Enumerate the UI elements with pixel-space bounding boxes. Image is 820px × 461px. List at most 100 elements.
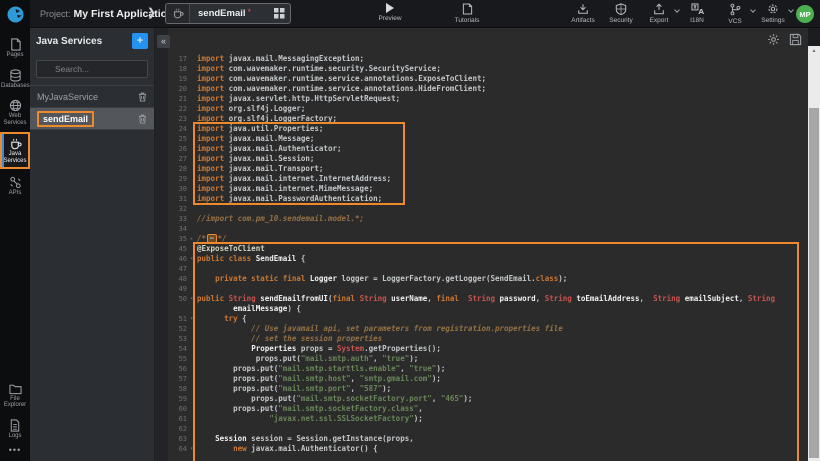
sidebar-item-pages[interactable]: Pages bbox=[0, 34, 30, 62]
fold-gutter bbox=[190, 134, 197, 144]
fold-gutter bbox=[190, 224, 197, 234]
breadcrumb-chevron-icon[interactable]: ❯ bbox=[147, 6, 156, 19]
fold-gutter bbox=[190, 174, 197, 184]
sidebar-item-web-services[interactable]: Web Services bbox=[0, 95, 30, 129]
line-number: 55 bbox=[168, 354, 190, 364]
fold-toggle-icon[interactable]: ▾ bbox=[190, 314, 197, 324]
java-coffee-icon bbox=[9, 138, 22, 150]
sidebar-item-apis[interactable]: APIs bbox=[0, 172, 30, 200]
code-editor[interactable]: 17import javax.mail.MessagingException;1… bbox=[168, 50, 808, 461]
code-line: 21import javax.servlet.http.HttpServletR… bbox=[168, 94, 808, 104]
preview-label: Preview bbox=[378, 15, 401, 22]
file-explorer-icon bbox=[9, 383, 22, 395]
code-text: props.put("mail.smtp.port", "587"); bbox=[197, 384, 808, 394]
line-number: 54 bbox=[168, 344, 190, 354]
folded-region-pill[interactable]: ⋯ bbox=[207, 234, 217, 243]
code-line: 51▾ try { bbox=[168, 314, 808, 324]
scrollbar-thumb[interactable] bbox=[809, 108, 819, 458]
trash-icon[interactable] bbox=[138, 114, 147, 124]
search-row bbox=[30, 54, 154, 86]
code-text: import com.wavemaker.runtime.security.Se… bbox=[197, 64, 808, 74]
tutorials-button[interactable]: Tutorials bbox=[445, 3, 489, 24]
fold-toggle-icon[interactable]: ▾ bbox=[190, 254, 197, 264]
sidebar-item-label: Logs bbox=[1, 433, 29, 440]
code-line: 27import javax.mail.Session; bbox=[168, 154, 808, 164]
code-text: new javax.mail.Authenticator() { bbox=[197, 444, 808, 454]
topbar-settings-button[interactable]: Settings bbox=[760, 3, 786, 25]
app-logo[interactable] bbox=[0, 0, 30, 28]
code-text: import com.wavemaker.runtime.service.ann… bbox=[197, 74, 808, 84]
topbar-i18n-button[interactable]: AI18N bbox=[684, 3, 710, 25]
user-avatar[interactable]: MP bbox=[796, 5, 814, 23]
topbar-security-button[interactable]: Security bbox=[608, 3, 634, 25]
code-line: 31import javax.mail.PasswordAuthenticati… bbox=[168, 194, 808, 204]
code-line: 35▸/*⋯*/ bbox=[168, 234, 808, 244]
fold-toggle-icon[interactable]: ▸ bbox=[190, 234, 197, 244]
line-number: 18 bbox=[168, 64, 190, 74]
fold-toggle-icon[interactable]: ▾ bbox=[190, 444, 197, 454]
line-number: 61 bbox=[168, 414, 190, 424]
code-text: props.put("mail.smtp.auth", "true"); bbox=[197, 354, 808, 364]
save-icon[interactable] bbox=[789, 33, 802, 46]
code-line: 47 bbox=[168, 264, 808, 274]
collapse-panel-button[interactable]: « bbox=[157, 35, 170, 48]
scrollbar-up-arrow[interactable]: ▲ bbox=[808, 46, 820, 56]
line-number: 29 bbox=[168, 174, 190, 184]
topbar-export-button[interactable]: Export bbox=[646, 3, 672, 25]
fold-gutter bbox=[190, 54, 197, 64]
sidebar-item-label: Java Services bbox=[1, 151, 29, 164]
line-number: 62 bbox=[168, 424, 190, 434]
fold-gutter bbox=[190, 114, 197, 124]
line-number: 46 bbox=[168, 254, 190, 264]
preview-button[interactable]: Preview bbox=[368, 3, 412, 22]
java-services-panel: Java Services + MyJavaServicesendEmail bbox=[30, 28, 155, 461]
editor-scrollbar[interactable]: ▲ bbox=[808, 46, 820, 461]
code-line: 22import org.slf4j.Logger; bbox=[168, 104, 808, 114]
topbar-item-label: Export bbox=[650, 17, 669, 24]
code-text: private static final Logger logger = Log… bbox=[197, 274, 808, 284]
tutorials-label: Tutorials bbox=[455, 17, 480, 24]
line-number: 22 bbox=[168, 104, 190, 114]
topbar-item-label: Security bbox=[609, 17, 632, 24]
service-item-myjavaservice[interactable]: MyJavaService bbox=[30, 86, 154, 108]
sidebar-item-file-explorer[interactable]: File Explorer bbox=[0, 379, 30, 412]
code-line: 49 bbox=[168, 284, 808, 294]
code-line: 58 props.put("mail.smtp.port", "587"); bbox=[168, 384, 808, 394]
fold-gutter bbox=[190, 404, 197, 414]
line-number: 34 bbox=[168, 224, 190, 234]
sidebar-item-logs[interactable]: Logs bbox=[0, 415, 30, 443]
topbar-vcs-button[interactable]: VCS bbox=[722, 3, 748, 25]
fold-gutter bbox=[190, 84, 197, 94]
tab-grid-button[interactable] bbox=[268, 8, 290, 19]
search-input[interactable] bbox=[36, 60, 148, 78]
editor-settings-gear-icon[interactable] bbox=[767, 33, 780, 46]
sidebar-item-databases[interactable]: Databases bbox=[0, 65, 30, 93]
trash-icon[interactable] bbox=[138, 92, 147, 102]
add-service-button[interactable]: + bbox=[132, 33, 148, 49]
fold-toggle-icon[interactable]: ▾ bbox=[190, 294, 197, 304]
code-text bbox=[197, 264, 808, 274]
fold-gutter bbox=[190, 274, 197, 284]
fold-gutter bbox=[190, 364, 197, 374]
fold-gutter bbox=[190, 64, 197, 74]
line-number: 64 bbox=[168, 444, 190, 454]
code-text: import javax.mail.Transport; bbox=[197, 164, 808, 174]
code-text: import javax.mail.internet.InternetAddre… bbox=[197, 174, 808, 184]
project-label: Project: bbox=[40, 9, 71, 19]
sidebar-more-button[interactable]: ••• bbox=[9, 445, 21, 455]
topbar-artifacts-button[interactable]: Artifacts bbox=[570, 3, 596, 25]
code-text bbox=[197, 424, 808, 434]
chevron-down-icon bbox=[750, 7, 756, 13]
active-indicator-bar bbox=[2, 134, 4, 167]
line-number: 57 bbox=[168, 374, 190, 384]
chevron-down-icon bbox=[674, 7, 680, 13]
line-number: 25 bbox=[168, 134, 190, 144]
tab-sendemail[interactable]: sendEmail * bbox=[165, 3, 291, 24]
code-line: 54 Properties props = System.getProperti… bbox=[168, 344, 808, 354]
line-number: 45 bbox=[168, 244, 190, 254]
panel-title: Java Services bbox=[36, 36, 132, 47]
service-item-sendemail[interactable]: sendEmail bbox=[30, 108, 154, 130]
sidebar-item-java-services[interactable]: Java Services bbox=[0, 132, 30, 169]
line-number: 32 bbox=[168, 204, 190, 214]
fold-gutter bbox=[190, 374, 197, 384]
